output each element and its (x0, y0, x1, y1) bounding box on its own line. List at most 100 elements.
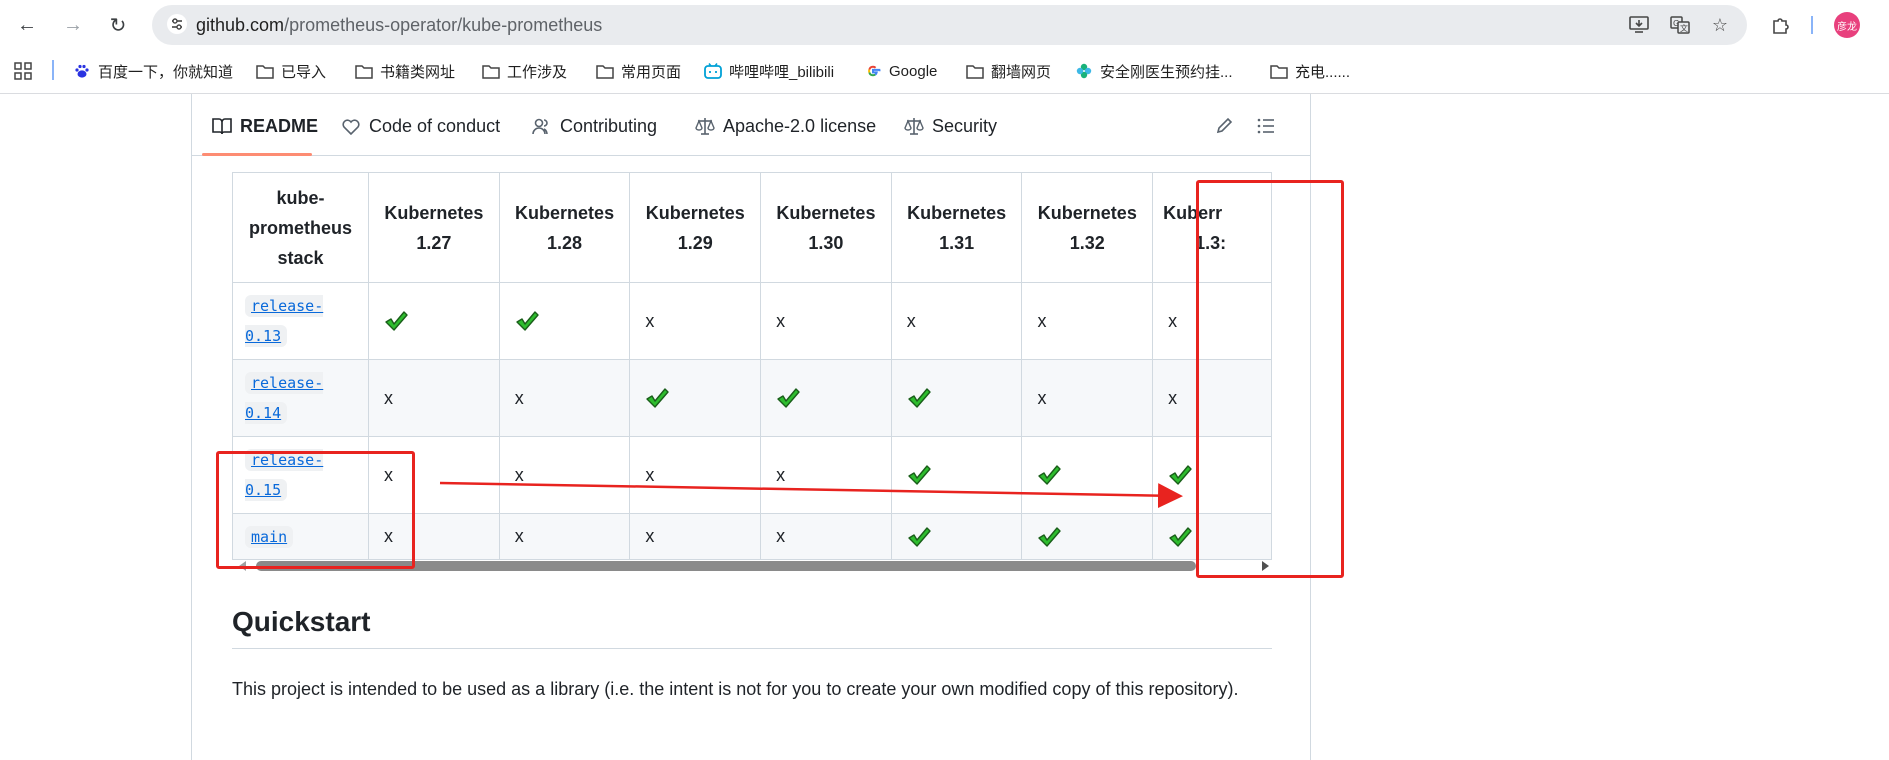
tab-label: README (240, 115, 319, 136)
tab-code-of-conduct[interactable]: Code of conduct (341, 112, 500, 140)
readme-panel: README Code of conduct Contributing Apac… (191, 94, 1311, 760)
check-mark-icon (1168, 464, 1192, 485)
header-k8s-1-27: Kubernetes 1.27 (368, 172, 500, 283)
compat-x-cell: x (890, 282, 1023, 360)
compat-check-cell (1021, 513, 1154, 560)
folder-icon (355, 62, 373, 80)
reload-icon[interactable]: ↻ (103, 10, 133, 40)
check-mark-icon (1037, 526, 1062, 547)
header-line: 1.29 (677, 232, 713, 253)
check-mark-icon (384, 310, 408, 331)
header-k8s-1-28: Kubernetes 1.28 (498, 172, 631, 283)
forward-arrow-icon[interactable]: → (58, 10, 88, 40)
scale-icon (904, 116, 924, 136)
bookmark-bilibili[interactable]: 哔哩哔哩_bilibili (704, 60, 834, 82)
check-mark-icon (907, 464, 931, 485)
tab-license[interactable]: Apache-2.0 license (695, 112, 876, 140)
apps-grid-icon[interactable] (14, 60, 32, 82)
x-mark: x (645, 310, 655, 331)
check-mark-icon (515, 310, 539, 331)
check-mark-icon (907, 526, 931, 547)
browser-toolbar: ← → ↻ github.com/prometheus-operator/kub… (0, 0, 1889, 48)
header-line: 1.31 (939, 232, 975, 253)
address-bar[interactable]: github.com/prometheus-operator/kube-prom… (152, 5, 1747, 45)
folder-icon (596, 62, 614, 80)
active-tab-indicator (202, 153, 312, 156)
bookmark-label: 百度一下，你就知道 (98, 63, 234, 81)
back-arrow-icon[interactable]: ← (12, 10, 42, 40)
compat-check-cell (760, 359, 892, 437)
release-cell: release- 0.14 (232, 359, 370, 437)
release-link[interactable]: release- 0.14 (245, 372, 324, 424)
pinwheel-icon (1075, 62, 1093, 80)
header-line: 1.30 (808, 232, 844, 253)
release-link-text: 0.14 (245, 404, 282, 422)
profile-avatar[interactable]: 彦龙 (1834, 12, 1860, 38)
header-line: 1.28 (547, 232, 583, 253)
bookmark-baidu[interactable]: 百度一下，你就知道 (73, 60, 233, 82)
annotation-box-k8s-1-33-column (1196, 180, 1344, 578)
bookmark-folder-work[interactable]: 工作涉及 (482, 60, 567, 82)
compat-x-cell: x (760, 282, 892, 360)
bookmark-google[interactable]: Google (864, 60, 937, 82)
quickstart-heading: Quickstart (232, 606, 1272, 649)
release-link[interactable]: release- 0.13 (245, 295, 324, 347)
compat-x-cell: x (629, 513, 762, 560)
folder-icon (256, 62, 274, 80)
header-line: Kubernetes (776, 202, 876, 223)
bookmark-star-icon[interactable]: ☆ (1708, 13, 1732, 37)
tab-label: Code of conduct (369, 115, 501, 136)
bookmark-label: 安全刚医生预约挂... (1100, 63, 1233, 81)
table-row: release- 0.14 x x x x (232, 359, 1272, 437)
bookmark-folder-vpn[interactable]: 翻墙网页 (966, 60, 1051, 82)
table-header-row: kube- prometheus stack Kubernetes 1.27 Ku… (232, 172, 1272, 283)
x-mark: x (514, 464, 524, 485)
bilibili-icon (704, 62, 722, 80)
compat-check-cell (890, 359, 1023, 437)
header-k8s-1-30: Kubernetes 1.30 (760, 172, 892, 283)
header-line: 1.32 (1069, 232, 1105, 253)
release-cell: release- 0.13 (232, 282, 370, 360)
bookmark-folder-books[interactable]: 书籍类网址 (355, 60, 455, 82)
people-icon (532, 116, 552, 136)
install-app-icon[interactable] (1627, 13, 1651, 37)
site-settings-icon[interactable] (166, 13, 188, 35)
tab-label: Apache-2.0 license (723, 115, 877, 136)
bookmark-folder-charge[interactable]: 充电...... (1270, 60, 1350, 82)
x-mark: x (645, 464, 655, 485)
header-k8s-1-31: Kubernetes 1.31 (890, 172, 1023, 283)
compatibility-table-scroller[interactable]: kube- prometheus stack Kubernetes 1.27 Ku… (232, 172, 1272, 650)
outline-list-icon[interactable] (1254, 114, 1278, 138)
x-mark: x (776, 464, 786, 485)
tab-contributing[interactable]: Contributing (532, 112, 657, 140)
check-mark-icon (1168, 526, 1192, 547)
header-line: Kubernetes (907, 202, 1007, 223)
x-mark: x (1168, 310, 1178, 331)
bookmark-label: 书籍类网址 (380, 63, 456, 81)
heart-shield-icon (341, 116, 361, 136)
release-link-text: 0.13 (245, 327, 282, 345)
bookmark-doctor[interactable]: 安全刚医生预约挂... (1075, 60, 1233, 82)
header-k8s-1-29: Kubernetes 1.29 (629, 172, 762, 283)
bookmark-label: Google (889, 62, 938, 80)
compat-x-cell: x (1021, 282, 1154, 360)
tab-security[interactable]: Security (904, 112, 997, 140)
extensions-puzzle-icon[interactable] (1768, 12, 1794, 38)
pencil-edit-icon[interactable] (1212, 114, 1236, 138)
bookmark-folder-imported[interactable]: 已导入 (256, 60, 326, 82)
google-g-icon (864, 62, 882, 80)
compat-x-cell: x (629, 282, 762, 360)
translate-icon[interactable]: G文 (1668, 13, 1692, 37)
header-line: Kubernetes (384, 202, 484, 223)
compat-x-cell: x (1021, 359, 1154, 437)
url-text[interactable]: github.com/prometheus-operator/kube-prom… (196, 15, 602, 36)
bookmarks-divider (52, 60, 54, 80)
tab-readme[interactable]: README (212, 112, 318, 140)
bookmark-folder-common[interactable]: 常用页面 (596, 60, 681, 82)
bookmark-label: 已导入 (281, 63, 327, 81)
header-line: kube- (276, 187, 325, 208)
x-mark: x (776, 526, 786, 546)
folder-icon (1270, 62, 1288, 80)
x-mark: x (1168, 387, 1178, 408)
annotation-box-release-rows (216, 451, 415, 569)
